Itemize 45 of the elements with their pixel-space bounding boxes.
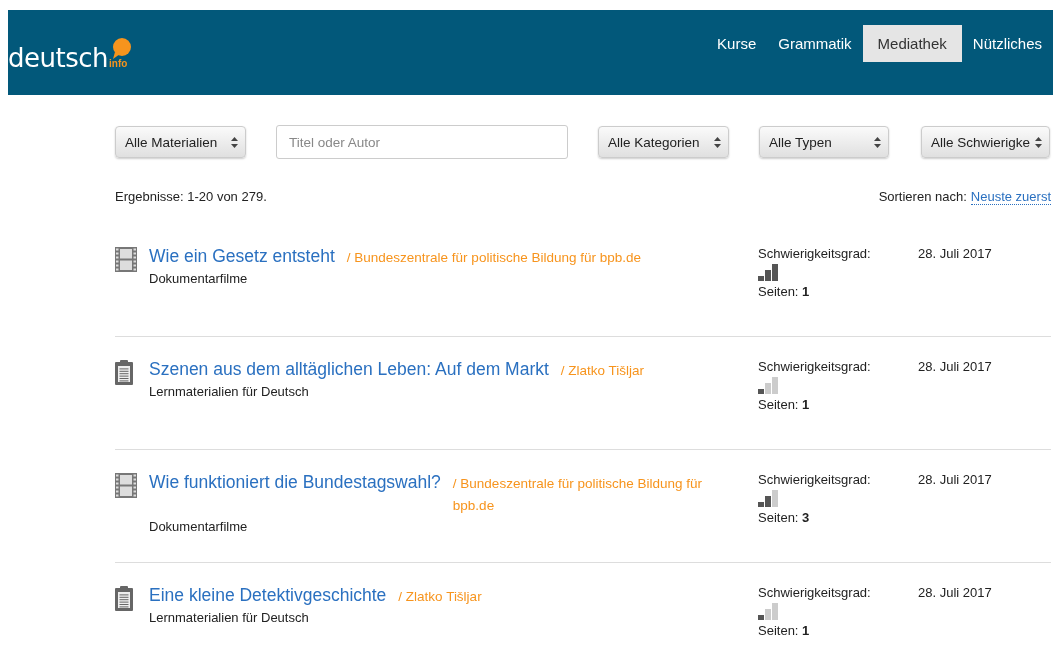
difficulty-label: Schwierigkeitsgrad: (758, 471, 872, 489)
difficulty-meter (758, 490, 778, 507)
dropdown[interactable]: Alle Materialien (115, 126, 246, 158)
nav-link[interactable]: Grammatik (767, 25, 863, 62)
difficulty-meter (758, 377, 778, 394)
nav-link[interactable]: Mediathek (862, 25, 962, 62)
nav-link[interactable]: Kurse (706, 25, 768, 62)
difficulty-label: Schwierigkeitsgrad: (758, 358, 872, 376)
dropdown[interactable]: Alle Schwierigke (921, 126, 1050, 158)
difficulty-meter (758, 603, 778, 620)
clipboard-icon (115, 586, 133, 611)
search-field[interactable]: Titel oder Autor (276, 125, 568, 159)
updown-arrows-icon (1035, 136, 1042, 148)
dropdown[interactable]: Alle Typen (759, 126, 889, 158)
category-label: Lernmaterialien für Deutsch (149, 610, 310, 625)
date-label: 28. Juli 2017 (918, 358, 992, 376)
film-icon (115, 247, 137, 272)
updown-arrows-icon (714, 136, 721, 148)
film-icon (115, 473, 137, 498)
sort-label: Sortieren nach: (878, 189, 967, 204)
date-label: 28. Juli 2017 (918, 584, 992, 602)
clipboard-icon (115, 360, 133, 385)
difficulty-label: Schwierigkeitsgrad: (758, 584, 872, 602)
result-title[interactable]: Szenen aus dem alltäglichen Leben: Auf dem Markt (149, 358, 549, 380)
results-count: Ergebnisse: 1-20 von 279. (115, 189, 267, 204)
nav-link[interactable]: Nützliches (961, 25, 1053, 62)
sort-link[interactable]: Neuste zuerst (970, 189, 1051, 205)
date-label: 28. Juli 2017 (918, 471, 992, 489)
result-title[interactable]: Wie funktioniert die Bundestagswahl? (149, 471, 441, 493)
difficulty-label: Schwierigkeitsgrad: (758, 245, 872, 263)
pages-count: Seiten: 1 (758, 283, 811, 301)
date-label: 28. Juli 2017 (918, 245, 992, 263)
dropdown[interactable]: Alle Kategorien (598, 126, 729, 158)
pages-count: Seiten: 3 (758, 509, 811, 527)
category-label: Dokumentarfilme (149, 271, 249, 286)
pages-count: Seiten: 1 (758, 622, 811, 640)
logo[interactable]: deutschinfo (8, 37, 132, 73)
updown-arrows-icon (874, 136, 881, 148)
difficulty-meter (758, 264, 778, 281)
updown-arrows-icon (231, 136, 238, 148)
category-label: Lernmaterialien für Deutsch (149, 384, 310, 399)
pages-count: Seiten: 1 (758, 396, 811, 414)
result-title[interactable]: Wie ein Gesetz entsteht (149, 245, 335, 267)
category-label: Dokumentarfilme (149, 519, 249, 534)
result-title[interactable]: Eine kleine Detektivgeschichte (149, 584, 387, 606)
